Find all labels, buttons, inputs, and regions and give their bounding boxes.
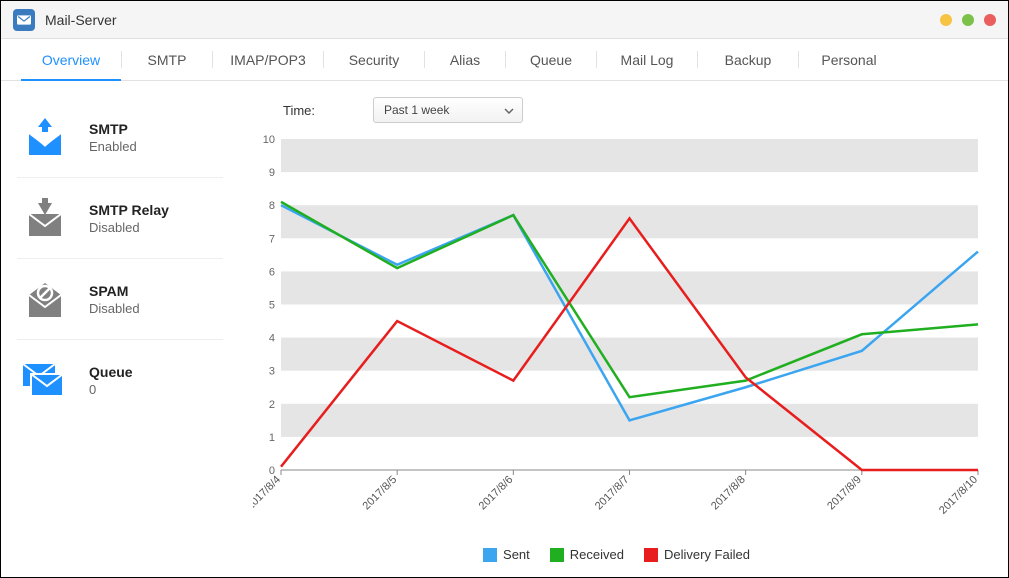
- sidebar-item-spam[interactable]: SPAM Disabled: [17, 259, 223, 340]
- tab-overview[interactable]: Overview: [21, 39, 121, 80]
- main: Time: Past 1 week 0123456789102017/8/420…: [233, 81, 1008, 577]
- tab-smtp[interactable]: SMTP: [122, 39, 212, 80]
- app-icon: [13, 9, 35, 31]
- tab-alias[interactable]: Alias: [425, 39, 505, 80]
- spam-icon: [17, 277, 73, 321]
- chart-svg: 0123456789102017/8/42017/8/52017/8/62017…: [253, 133, 980, 530]
- app-title: Mail-Server: [45, 12, 117, 28]
- time-range-select[interactable]: Past 1 week: [373, 97, 523, 123]
- legend-label-received: Received: [570, 547, 624, 562]
- tab-backup[interactable]: Backup: [698, 39, 798, 80]
- close-button[interactable]: [984, 14, 996, 26]
- svg-text:2017/8/9: 2017/8/9: [825, 474, 864, 513]
- svg-text:5: 5: [269, 300, 275, 312]
- svg-text:3: 3: [269, 366, 275, 378]
- sidebar: SMTP Enabled SMTP Relay Disabled SPAM Disab…: [1, 81, 233, 577]
- chart-wrapper: 0123456789102017/8/42017/8/52017/8/62017…: [253, 133, 980, 562]
- queue-icon: [17, 358, 73, 402]
- chevron-down-icon: [504, 103, 514, 117]
- legend-label-sent: Sent: [503, 547, 530, 562]
- content: SMTP Enabled SMTP Relay Disabled SPAM Disab…: [1, 81, 1008, 577]
- svg-text:1: 1: [269, 432, 275, 444]
- legend-item-sent: Sent: [483, 547, 530, 562]
- sidebar-item-sub: 0: [89, 382, 133, 397]
- sidebar-item-title: Queue: [89, 364, 133, 380]
- svg-text:2017/8/6: 2017/8/6: [477, 474, 516, 513]
- tab-mail-log[interactable]: Mail Log: [597, 39, 697, 80]
- sidebar-item-sub: Disabled: [89, 220, 169, 235]
- time-row: Time: Past 1 week: [253, 91, 980, 133]
- maximize-button[interactable]: [962, 14, 974, 26]
- app-window: Mail-Server OverviewSMTPIMAP/POP3Securit…: [0, 0, 1009, 578]
- chart-legend: Sent Received Delivery Failed: [253, 547, 980, 562]
- svg-text:2: 2: [269, 399, 275, 411]
- svg-text:2017/8/5: 2017/8/5: [361, 474, 400, 513]
- svg-text:2017/8/7: 2017/8/7: [593, 474, 632, 513]
- svg-text:2017/8/8: 2017/8/8: [709, 474, 748, 513]
- smtp-out-icon: [17, 115, 73, 159]
- svg-text:2017/8/4: 2017/8/4: [253, 474, 283, 513]
- sidebar-item-smtp-relay[interactable]: SMTP Relay Disabled: [17, 178, 223, 259]
- sidebar-item-smtp[interactable]: SMTP Enabled: [17, 97, 223, 178]
- time-label: Time:: [283, 103, 333, 118]
- legend-label-failed: Delivery Failed: [664, 547, 750, 562]
- legend-swatch-sent: [483, 548, 497, 562]
- svg-text:2017/8/10: 2017/8/10: [937, 474, 980, 517]
- tab-queue[interactable]: Queue: [506, 39, 596, 80]
- titlebar: Mail-Server: [1, 1, 1008, 39]
- svg-text:4: 4: [269, 333, 275, 345]
- tab-imap-pop3[interactable]: IMAP/POP3: [213, 39, 323, 80]
- sidebar-item-title: SMTP Relay: [89, 202, 169, 218]
- legend-swatch-failed: [644, 548, 658, 562]
- sidebar-item-title: SMTP: [89, 121, 137, 137]
- sidebar-item-queue[interactable]: Queue 0: [17, 340, 223, 420]
- svg-text:9: 9: [269, 167, 275, 179]
- legend-swatch-received: [550, 548, 564, 562]
- legend-item-received: Received: [550, 547, 624, 562]
- smtp-relay-icon: [17, 196, 73, 240]
- sidebar-item-title: SPAM: [89, 283, 140, 299]
- sidebar-item-sub: Disabled: [89, 301, 140, 316]
- sidebar-item-sub: Enabled: [89, 139, 137, 154]
- window-controls: [940, 14, 996, 26]
- svg-text:6: 6: [269, 266, 275, 278]
- minimize-button[interactable]: [940, 14, 952, 26]
- legend-item-failed: Delivery Failed: [644, 547, 750, 562]
- chart-area: 0123456789102017/8/42017/8/52017/8/62017…: [253, 133, 980, 535]
- svg-text:10: 10: [263, 134, 275, 146]
- tab-personal[interactable]: Personal: [799, 39, 899, 80]
- svg-text:8: 8: [269, 200, 275, 212]
- svg-text:7: 7: [269, 233, 275, 245]
- tabbar: OverviewSMTPIMAP/POP3SecurityAliasQueueM…: [1, 39, 1008, 81]
- tab-security[interactable]: Security: [324, 39, 424, 80]
- time-range-selected: Past 1 week: [384, 103, 449, 117]
